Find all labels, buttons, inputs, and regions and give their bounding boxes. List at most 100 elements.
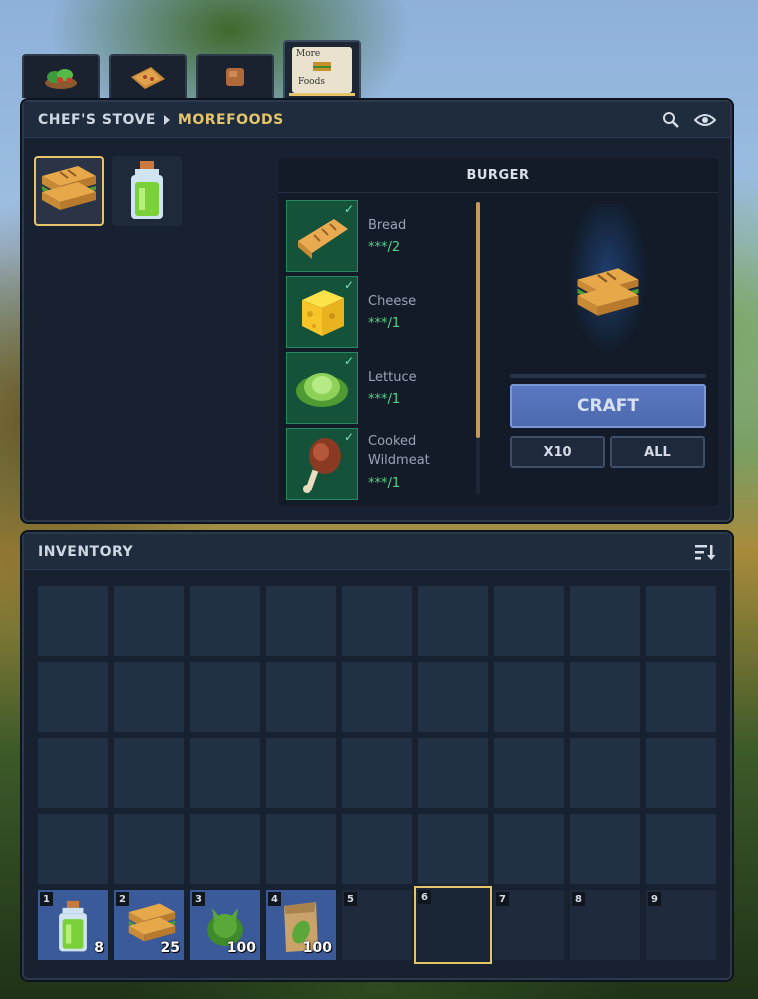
ingredient-name-line1: Cooked (368, 434, 417, 449)
item-preview (510, 204, 706, 364)
inventory-slot[interactable] (570, 814, 640, 884)
sort-icon[interactable] (694, 543, 716, 561)
hotbar-slot-2[interactable]: 2 25 (114, 890, 184, 960)
hotbar-slot-number: 6 (418, 890, 431, 904)
eye-icon[interactable] (694, 112, 716, 128)
tab-meat[interactable] (196, 54, 274, 98)
inventory-slot[interactable] (494, 738, 564, 808)
inventory-slot[interactable] (114, 738, 184, 808)
ingredient-scrollbar[interactable] (476, 202, 480, 494)
inventory-slot[interactable] (38, 662, 108, 732)
item-count: 8 (94, 940, 104, 956)
lettuce-jar-icon (131, 161, 163, 219)
item-count: 25 (160, 940, 180, 956)
inventory-slot[interactable] (190, 662, 260, 732)
search-icon[interactable] (662, 111, 680, 129)
inventory-slot[interactable] (114, 814, 184, 884)
burger-icon (577, 268, 639, 316)
ingredient-name-line2: Wildmeat (368, 453, 430, 468)
breadcrumb-current: MOREFOODS (177, 111, 284, 128)
inventory-slot[interactable] (266, 814, 336, 884)
inventory-slot[interactable] (418, 738, 488, 808)
hotbar-slot-4[interactable]: 4 100 (266, 890, 336, 960)
inventory-slot[interactable] (646, 662, 716, 732)
tab-morefoods[interactable]: More Foods (283, 40, 361, 98)
inventory-slot[interactable] (266, 586, 336, 656)
inventory-slot[interactable] (342, 814, 412, 884)
hotbar-slot-7[interactable]: 7 (494, 890, 564, 960)
inventory-slot[interactable] (114, 662, 184, 732)
inventory-slot[interactable] (266, 662, 336, 732)
ingredient-name: Cooked Wildmeat (368, 432, 430, 470)
tab-pizza[interactable] (109, 54, 187, 98)
ingredient-icon-box: ✓ (286, 352, 358, 424)
ingredient-bread[interactable]: ✓ Bread ***/2 (286, 200, 466, 272)
craft-button[interactable]: CRAFT (510, 384, 706, 428)
check-icon: ✓ (343, 430, 354, 444)
recipe-slot-lettuce-jar[interactable] (112, 156, 182, 226)
inventory-slot[interactable] (190, 586, 260, 656)
hotbar-slot-1[interactable]: 18 (38, 890, 108, 960)
inventory-slot[interactable] (494, 662, 564, 732)
inventory-slot[interactable] (114, 586, 184, 656)
morefoods-doodle-icon: More Foods (292, 47, 352, 93)
ingredient-qty: ***/1 (368, 476, 401, 491)
inventory-slot[interactable] (570, 586, 640, 656)
hotbar-slot-9[interactable]: 9 (646, 890, 716, 960)
inventory-slot[interactable] (342, 662, 412, 732)
inventory-slot[interactable] (266, 738, 336, 808)
ingredient-name: Bread (368, 218, 407, 233)
inventory-slot[interactable] (646, 586, 716, 656)
inventory-panel: INVENTORY 1 8 2 25 3 100 4 100 5 6 7 8 9 (22, 532, 732, 980)
item-count: 100 (226, 940, 256, 956)
recipe-slot-burger[interactable] (34, 156, 104, 226)
doodle-line-2: Foods (298, 77, 325, 87)
ingredient-qty: ***/1 (368, 392, 401, 407)
inventory-slot[interactable] (646, 738, 716, 808)
hotbar-slot-number: 9 (648, 892, 661, 906)
ingredient-lettuce[interactable]: ✓ Lettuce ***/1 (286, 352, 466, 424)
breadcrumb-root[interactable]: CHEF'S STOVE (38, 112, 156, 128)
inventory-slot[interactable] (418, 814, 488, 884)
scrollbar-thumb[interactable] (476, 202, 480, 438)
lettuce-icon (296, 373, 348, 407)
inventory-slot[interactable] (494, 586, 564, 656)
inventory-slot[interactable] (38, 738, 108, 808)
inventory-slot[interactable] (190, 738, 260, 808)
inventory-slot[interactable] (494, 814, 564, 884)
hotbar-slot-5[interactable]: 5 (342, 890, 412, 960)
hotbar-slot-number: 8 (572, 892, 585, 906)
check-icon: ✓ (343, 354, 354, 368)
tab-salad[interactable] (22, 54, 100, 98)
inventory-slot[interactable] (418, 662, 488, 732)
inventory-slot[interactable] (38, 814, 108, 884)
inventory-slot[interactable] (342, 738, 412, 808)
inventory-slot[interactable] (570, 662, 640, 732)
ingredient-cheese[interactable]: ✓ Cheese ***/1 (286, 276, 466, 348)
ingredient-name: Cheese (368, 294, 417, 309)
recipe-detail: BURGER ✓ Bread ***/2 ✓ Cheese ***/1 ✓ Le… (278, 158, 718, 506)
hotbar-slot-number: 1 (40, 892, 53, 906)
inventory-slot[interactable] (418, 586, 488, 656)
hotbar-slot-6[interactable]: 6 (414, 886, 492, 964)
inventory-slot[interactable] (342, 586, 412, 656)
item-count: 100 (302, 940, 332, 956)
inventory-slot[interactable] (38, 586, 108, 656)
inventory-slot[interactable] (646, 814, 716, 884)
hotbar-slot-number: 2 (116, 892, 129, 906)
inventory-slot[interactable] (190, 814, 260, 884)
inventory-slot[interactable] (570, 738, 640, 808)
ingredient-icon-box: ✓ (286, 200, 358, 272)
check-icon: ✓ (343, 278, 354, 292)
craft-x10-button[interactable]: X10 (510, 436, 605, 468)
craft-all-button[interactable]: ALL (610, 436, 705, 468)
lettuce-jar-icon (48, 900, 98, 952)
hotbar-slot-8[interactable]: 8 (570, 890, 640, 960)
hotbar-slot-number: 3 (192, 892, 205, 906)
burger-icon (42, 166, 96, 210)
hotbar-slot-3[interactable]: 3 100 (190, 890, 260, 960)
hotbar-slot-number: 4 (268, 892, 281, 906)
inventory-title: INVENTORY (38, 543, 134, 560)
ingredient-cooked-wildmeat[interactable]: ✓ Cooked Wildmeat ***/1 (286, 428, 466, 500)
ingredient-icon-box: ✓ (286, 428, 358, 500)
